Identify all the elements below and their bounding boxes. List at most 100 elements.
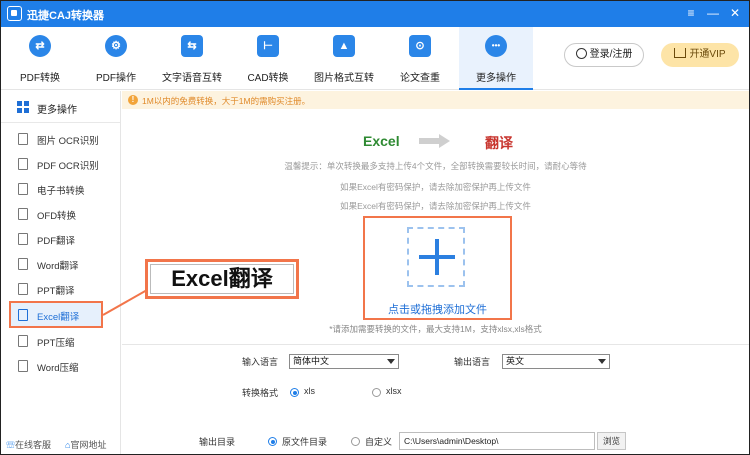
sidebar-item-label: PDF OCR识别: [37, 161, 99, 172]
warning-icon: !: [128, 95, 138, 105]
nav-label: 文字语音互转: [162, 73, 222, 84]
tip-line: 如果Excel有密码保护，请去除加密保护再上传文件: [340, 182, 531, 192]
nav-label: 更多操作: [476, 73, 516, 84]
online-service-label: 在线客服: [15, 440, 52, 450]
file-icon: [18, 233, 28, 245]
headset-icon: ☏: [6, 440, 16, 450]
input-language-label: 输入语言: [242, 357, 279, 367]
close-icon[interactable]: ✕: [727, 5, 743, 21]
nav-text-speech[interactable]: ⇆ 文字语音互转: [155, 27, 229, 90]
menu-icon[interactable]: ≡: [683, 5, 699, 21]
gear-icon: ⚙: [105, 35, 127, 57]
sidebar-item-ebook[interactable]: 电子书转换: [1, 176, 120, 201]
website-label: 官网地址: [70, 440, 107, 450]
file-icon: [18, 309, 28, 321]
arrow-right-icon: [419, 134, 450, 148]
output-dir-option-label[interactable]: 原文件目录: [282, 435, 327, 448]
nav-more-operations[interactable]: ••• 更多操作: [459, 27, 533, 90]
login-button[interactable]: 登录/注册: [564, 43, 644, 67]
sidebar-item-label: Word压缩: [37, 363, 79, 374]
nav-cad-convert[interactable]: ⊢ CAD转换: [231, 27, 305, 90]
app-window: 迅捷CAJ转换器 ≡ — ✕ ⇄ PDF转换 ⚙ PDF操作 ⇆ 文字语音互转 …: [0, 0, 750, 455]
nav-label: 论文查重: [400, 73, 440, 84]
notice-text: 1M以内的免费转换，大于1M的需购买注册。: [142, 96, 311, 106]
notice-bar: ! 1M以内的免费转换，大于1M的需购买注册。: [122, 91, 749, 109]
sidebar-item-word-compress[interactable]: Word压缩: [1, 353, 120, 378]
tip-line: 温馨提示：单次转换最多支持上传4个文件，全部转换需要较长时间，请耐心等待: [284, 161, 587, 171]
sidebar-item-label: 图片 OCR识别: [37, 136, 99, 147]
sidebar-header-label: 更多操作: [37, 105, 77, 116]
sidebar-item-label: Excel翻译: [37, 312, 80, 323]
image-icon: ▲: [333, 35, 355, 57]
sidebar-item-word-translate[interactable]: Word翻译: [1, 251, 120, 276]
website-link[interactable]: ⌂官网地址: [65, 438, 106, 451]
sidebar-item-label: OFD转换: [37, 211, 77, 222]
file-icon: [18, 183, 28, 195]
crown-icon: [674, 48, 687, 58]
sidebar-item-ppt-compress[interactable]: PPT压缩: [1, 328, 120, 353]
file-icon: [18, 208, 28, 220]
grid-icon: [17, 101, 29, 113]
online-service-link[interactable]: ☏在线客服: [6, 438, 51, 451]
tip-line: 如果Excel有密码保护，请去除加密保护再上传文件: [340, 201, 531, 211]
sidebar-item-excel-translate[interactable]: Excel翻译: [9, 301, 103, 328]
file-icon: [18, 133, 28, 145]
nav-label: PDF转换: [20, 73, 60, 84]
file-icon: [18, 158, 28, 170]
sidebar-item-label: PPT压缩: [37, 338, 75, 349]
nav-label: PDF操作: [96, 73, 136, 84]
nav-pdf-operations[interactable]: ⚙ PDF操作: [79, 27, 153, 90]
file-icon: [18, 360, 28, 372]
sidebar: 更多操作 图片 OCR识别 PDF OCR识别 电子书转换 OFD转换 PDF翻…: [1, 91, 121, 454]
output-path-input[interactable]: C:\Users\admin\Desktop\: [399, 432, 595, 450]
search-doc-icon: ⊙: [409, 35, 431, 57]
nav-pdf-convert[interactable]: ⇄ PDF转换: [3, 27, 77, 90]
dropzone-label[interactable]: 点击或拖拽添加文件: [365, 301, 510, 317]
sidebar-item-label: 电子书转换: [37, 186, 85, 197]
callout-box: Excel翻译: [145, 259, 299, 299]
format-radio-xlsx[interactable]: [372, 388, 381, 397]
settings-panel: 输入语言 简体中文 输出语言 英文 转换格式 xls xlsx 输出目录 原文件…: [122, 344, 749, 454]
format-radio-xls[interactable]: [290, 388, 299, 397]
user-icon: [575, 48, 587, 59]
add-file-icon[interactable]: [407, 227, 465, 287]
app-title: 迅捷CAJ转换器: [27, 10, 105, 22]
target-format-label: 翻译: [485, 135, 513, 151]
vip-button[interactable]: 开通VIP: [661, 43, 739, 67]
chevron-down-icon: [598, 359, 606, 364]
output-dir-option-label[interactable]: 自定义: [365, 435, 392, 448]
output-language-value: 英文: [506, 356, 525, 366]
app-logo-icon: [7, 6, 22, 21]
sidebar-item-label: PPT翻译: [37, 286, 75, 297]
sidebar-item-image-ocr[interactable]: 图片 OCR识别: [1, 126, 120, 151]
format-option-label[interactable]: xls: [304, 386, 315, 396]
text-speech-icon: ⇆: [181, 35, 203, 57]
minimize-icon[interactable]: —: [705, 5, 721, 21]
output-dir-radio-source[interactable]: [268, 437, 277, 446]
sidebar-item-pdf-translate[interactable]: PDF翻译: [1, 226, 120, 251]
output-language-select[interactable]: 英文: [502, 354, 610, 369]
output-language-label: 输出语言: [454, 357, 491, 367]
sidebar-item-pdf-ocr[interactable]: PDF OCR识别: [1, 151, 120, 176]
sidebar-header: 更多操作: [1, 91, 120, 123]
source-format-label: Excel: [363, 133, 400, 149]
dropzone-note: *请添加需要转换的文件，最大支持1M，支持xlsx,xls格式: [329, 324, 542, 334]
output-dir-label: 输出目录: [199, 437, 236, 447]
cad-icon: ⊢: [257, 35, 279, 57]
file-dropzone[interactable]: 点击或拖拽添加文件: [363, 216, 512, 320]
nav-label: CAD转换: [247, 73, 289, 84]
input-language-value: 简体中文: [293, 356, 330, 366]
login-label: 登录/注册: [589, 49, 633, 60]
sidebar-item-ofd[interactable]: OFD转换: [1, 201, 120, 226]
browse-button[interactable]: 浏览: [597, 432, 626, 450]
top-navigation: ⇄ PDF转换 ⚙ PDF操作 ⇆ 文字语音互转 ⊢ CAD转换 ▲ 图片格式互…: [1, 27, 749, 90]
file-icon: [18, 283, 28, 295]
file-icon: [18, 335, 28, 347]
file-icon: [18, 258, 28, 270]
pdf-convert-icon: ⇄: [29, 35, 51, 57]
format-option-label[interactable]: xlsx: [386, 386, 402, 396]
input-language-select[interactable]: 简体中文: [289, 354, 399, 369]
nav-paper-check[interactable]: ⊙ 论文查重: [383, 27, 457, 90]
nav-image-format[interactable]: ▲ 图片格式互转: [307, 27, 381, 90]
output-dir-radio-custom[interactable]: [351, 437, 360, 446]
